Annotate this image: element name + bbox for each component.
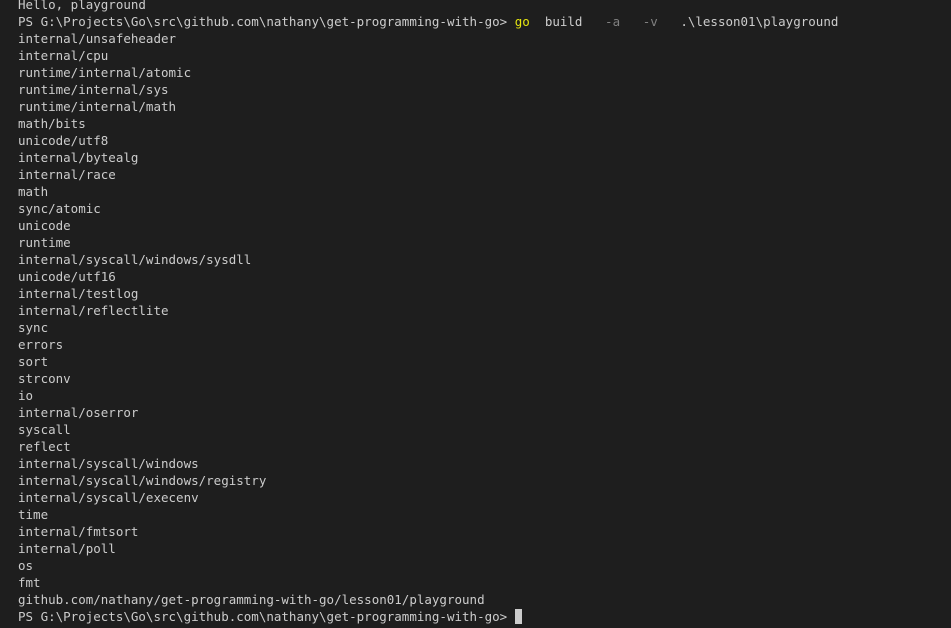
output-line: sync xyxy=(18,320,49,335)
output-line: sort xyxy=(18,354,49,369)
command-exe: go xyxy=(514,14,530,29)
output-line: math/bits xyxy=(18,116,86,131)
output-line: internal/poll xyxy=(18,541,116,556)
output-line: internal/unsafeheader xyxy=(18,31,177,46)
output-line: reflect xyxy=(18,439,71,454)
output-line: internal/syscall/execenv xyxy=(18,490,199,505)
command-line: PS G:\Projects\Go\src\github.com\nathany… xyxy=(18,13,951,30)
output-line: syscall xyxy=(18,422,71,437)
output-line: runtime/internal/atomic xyxy=(18,65,192,80)
text-cursor xyxy=(514,609,522,624)
command-flag-a: -a xyxy=(605,14,621,29)
output-line: internal/testlog xyxy=(18,286,139,301)
output-line: runtime xyxy=(18,235,71,250)
output-line: errors xyxy=(18,337,64,352)
output-line: fmt xyxy=(18,575,41,590)
output-line: internal/syscall/windows/registry xyxy=(18,473,267,488)
output-line: internal/syscall/windows/sysdll xyxy=(18,252,252,267)
output-line: os xyxy=(18,558,34,573)
command-subcommand: build xyxy=(544,14,583,29)
output-line: internal/cpu xyxy=(18,48,109,63)
output-line: runtime/internal/sys xyxy=(18,82,169,97)
output-line: strconv xyxy=(18,371,71,386)
command-flag-v: -v xyxy=(642,14,658,29)
prompt-text: PS G:\Projects\Go\src\github.com\nathany… xyxy=(18,609,515,624)
command-path: .\lesson01\playground xyxy=(680,14,839,29)
output-line: sync/atomic xyxy=(18,201,101,216)
final-prompt-line[interactable]: PS G:\Projects\Go\src\github.com\nathany… xyxy=(18,608,951,625)
output-line: runtime/internal/math xyxy=(18,99,177,114)
output-line: internal/fmtsort xyxy=(18,524,139,539)
output-line: unicode/utf8 xyxy=(18,133,109,148)
prompt-text: PS G:\Projects\Go\src\github.com\nathany… xyxy=(18,14,515,29)
output-line: github.com/nathany/get-programming-with-… xyxy=(18,592,485,607)
output-line: math xyxy=(18,184,49,199)
terminal-window[interactable]: Hello, playground PS G:\Projects\Go\src\… xyxy=(0,0,951,624)
output-line: internal/race xyxy=(18,167,116,182)
output-line: internal/reflectlite xyxy=(18,303,169,318)
output-line: io xyxy=(18,388,34,403)
output-line: internal/syscall/windows xyxy=(18,456,199,471)
output-line: internal/oserror xyxy=(18,405,139,420)
output-line-hello: Hello, playground xyxy=(18,0,146,12)
output-line: time xyxy=(18,507,49,522)
output-line: internal/bytealg xyxy=(18,150,139,165)
build-output-list: internal/unsafeheader internal/cpu runti… xyxy=(18,30,951,608)
output-line: unicode/utf16 xyxy=(18,269,116,284)
output-line: unicode xyxy=(18,218,71,233)
